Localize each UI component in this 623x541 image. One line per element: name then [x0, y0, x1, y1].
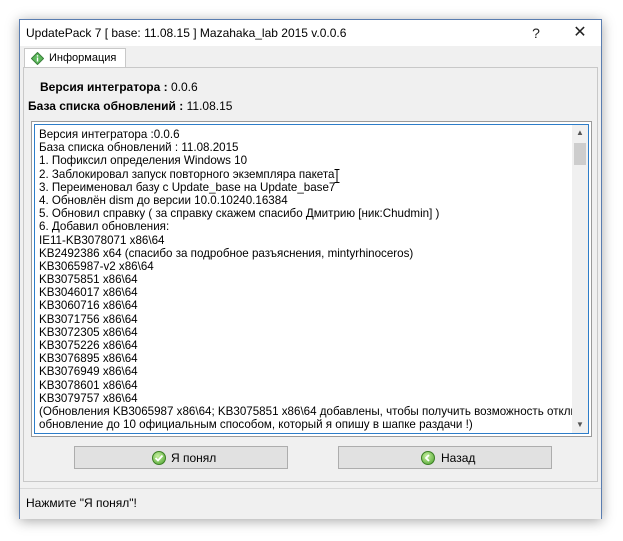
- changelog-line: KB3079757 x86\64: [39, 391, 138, 405]
- changelog-line: База списка обновлений : 11.08.2015: [39, 141, 239, 155]
- changelog-line: 6. Добавил обновления:: [39, 220, 170, 234]
- back-arrow-icon: [421, 451, 435, 465]
- changelog-line: KB3071756 x86\64: [39, 312, 138, 326]
- help-button[interactable]: ?: [516, 20, 556, 46]
- status-bar: Нажмите "Я понял"!: [20, 488, 601, 519]
- changelog-line: 5. Обновил справку ( за справку скажем с…: [39, 207, 440, 221]
- changelog-line: IE11-KB3078071 x86\64: [39, 233, 165, 247]
- checkmark-icon: [152, 451, 166, 465]
- update-base-value: 11.08.15: [186, 99, 233, 113]
- changelog-line: 2. Заблокировал запуск повторного экземп…: [39, 167, 335, 181]
- changelog-line: 1. Пофиксил определения Windows 10: [39, 154, 248, 168]
- changelog-line: KB3076949 x86\64: [39, 365, 138, 379]
- update-base-row: База списка обновлений : 11.08.15: [28, 99, 232, 113]
- changelog-line: KB3060716 x86\64: [39, 299, 138, 313]
- changelog-line: KB3065987-v2 x86\64: [39, 259, 154, 273]
- status-text: Нажмите "Я понял"!: [26, 496, 137, 510]
- scroll-down-icon[interactable]: ▼: [572, 417, 588, 433]
- integrator-version-row: Версия интегратора : 0.0.6: [40, 80, 198, 94]
- info-diamond-icon: [31, 52, 44, 65]
- tab-information[interactable]: Информация: [24, 48, 126, 68]
- changelog-line: KB3078601 x86\64: [39, 378, 138, 392]
- ok-button-label: Я понял: [171, 451, 217, 465]
- scroll-thumb[interactable]: [574, 143, 586, 165]
- app-window: UpdatePack 7 [ base: 11.08.15 ] Mazahaka…: [19, 19, 602, 519]
- changelog-line: KB3076895 x86\64: [39, 352, 138, 366]
- changelog-textbox-frame: Версия интегратора :0.0.6 База списка обн…: [31, 121, 592, 437]
- vertical-scrollbar[interactable]: ▲ ▼: [572, 125, 588, 433]
- changelog-line: KB3072305 x86\64: [39, 325, 138, 339]
- changelog-line: KB3046017 x86\64: [39, 286, 138, 300]
- changelog-line: обновление до 10 официальным способом, к…: [39, 418, 473, 432]
- ok-button[interactable]: Я понял: [74, 446, 288, 469]
- changelog-line: KB2492386 x64 (спасибо за подробное разъ…: [39, 246, 414, 260]
- changelog-line: KB3075226 x86\64: [39, 339, 138, 352]
- scroll-up-icon[interactable]: ▲: [572, 125, 588, 141]
- changelog-line: 3. Переименовал базу с Update_base на Up…: [39, 180, 336, 194]
- changelog-line: Версия интегратора :0.0.6: [39, 128, 180, 141]
- update-base-label: База списка обновлений :: [28, 99, 184, 113]
- text-cursor-icon: [334, 169, 340, 183]
- title-bar[interactable]: UpdatePack 7 [ base: 11.08.15 ] Mazahaka…: [20, 20, 601, 46]
- changelog-line: KB3075851 x86\64: [39, 273, 138, 287]
- integrator-version-label: Версия интегратора :: [40, 80, 168, 94]
- changelog-text: Версия интегратора :0.0.6 База списка обн…: [39, 128, 589, 432]
- close-button[interactable]: ✕: [560, 20, 600, 46]
- back-button[interactable]: Назад: [338, 446, 552, 469]
- back-button-label: Назад: [441, 451, 476, 465]
- tab-information-label: Информация: [49, 52, 117, 64]
- integrator-version-value: 0.0.6: [170, 80, 198, 94]
- changelog-textbox[interactable]: Версия интегратора :0.0.6 База списка обн…: [34, 124, 589, 434]
- changelog-line: 4. Обновлён dism до версии 10.0.10240.16…: [39, 193, 288, 207]
- window-title: UpdatePack 7 [ base: 11.08.15 ] Mazahaka…: [26, 26, 347, 40]
- changelog-line: (Обновления KB3065987 x86\64; KB3075851 …: [39, 404, 589, 418]
